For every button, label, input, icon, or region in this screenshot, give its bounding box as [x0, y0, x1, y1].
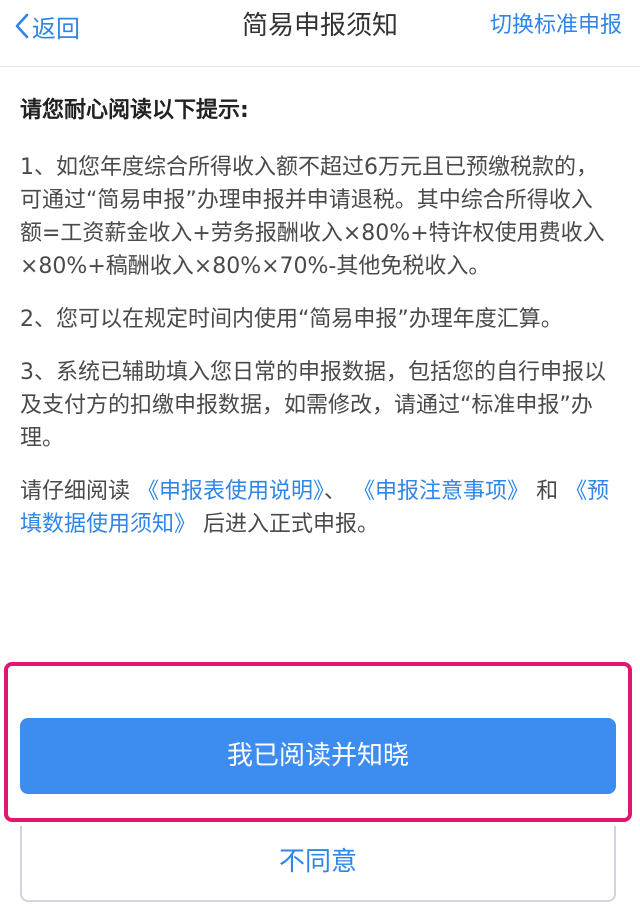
nav-header: 返回 简易申报须知 切换标准申报	[0, 0, 640, 67]
disagree-button[interactable]: 不同意	[20, 826, 616, 902]
chevron-left-icon	[15, 13, 29, 39]
switch-standard-declaration-link[interactable]: 切换标准申报	[490, 6, 622, 46]
acknowledge-button[interactable]: 我已阅读并知晓	[20, 718, 616, 794]
reading-notice: 请仔细阅读 《申报表使用说明》、 《申报注意事项》 和 《预填数据使用须知》 后…	[20, 475, 610, 541]
form-instructions-link[interactable]: 《申报表使用说明》	[137, 479, 324, 504]
back-label: 返回	[32, 14, 80, 43]
declaration-notes-link[interactable]: 《申报注意事项》	[353, 479, 529, 504]
notice-suffix: 后进入正式申报。	[203, 512, 380, 537]
notice-and: 和	[536, 479, 559, 504]
notice-paragraph-1: 1、如您年度综合所得收入额不超过6万元且已预缴税款的，可通过“简易申报”办理申报…	[20, 155, 605, 279]
intro-heading: 请您耐心阅读以下提示:	[20, 98, 249, 123]
notice-paragraph-2: 2、您可以在规定时间内使用“简易申报”办理年度汇算。	[20, 307, 563, 332]
notice-prefix: 请仔细阅读	[20, 479, 131, 504]
back-button[interactable]: 返回	[14, 6, 80, 46]
notice-separator: 、	[324, 479, 347, 504]
notice-paragraph-3: 3、系统已辅助填入您日常的申报数据，包括您的自行申报以及支付方的扣缴申报数据，如…	[20, 360, 606, 451]
notice-content: 请您耐心阅读以下提示: 1、如您年度综合所得收入额不超过6万元且已预缴税款的，可…	[20, 94, 610, 561]
page: 返回 简易申报须知 切换标准申报 请您耐心阅读以下提示: 1、如您年度综合所得收…	[0, 0, 640, 912]
